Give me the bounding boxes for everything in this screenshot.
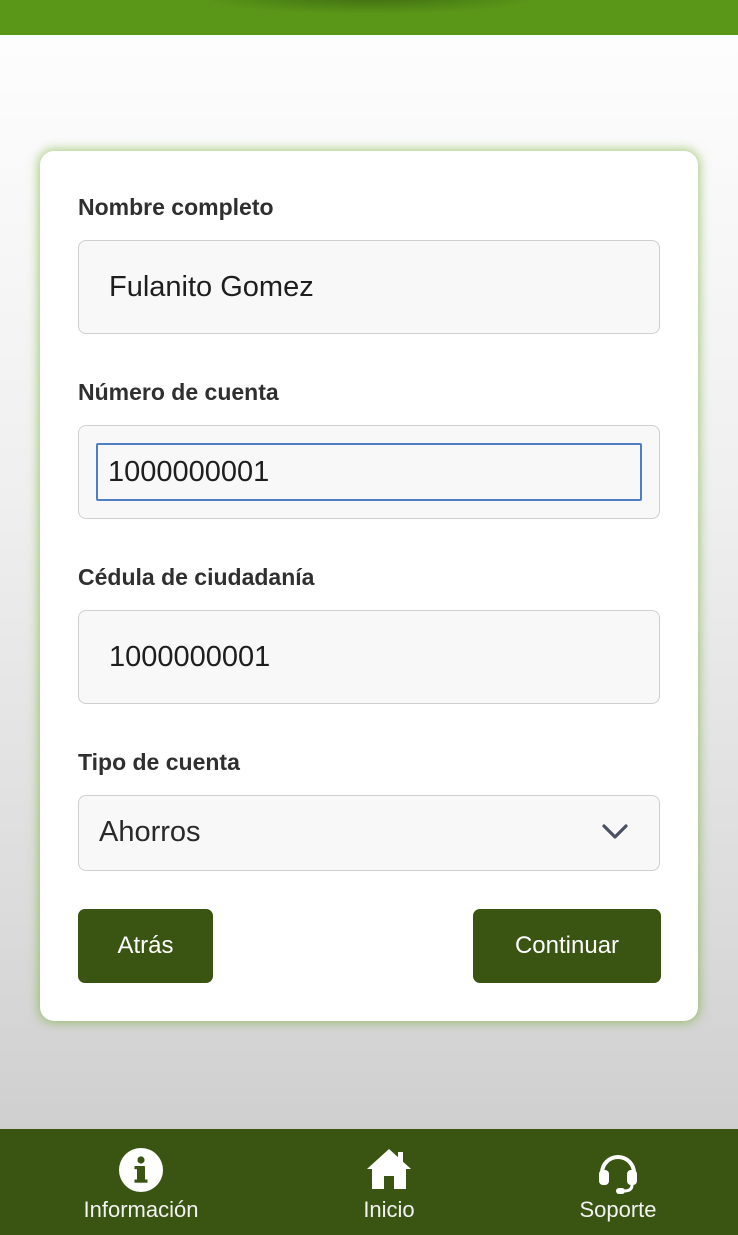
chevron-down-icon: [601, 823, 629, 846]
account-type-value: Ahorros: [99, 816, 201, 848]
account-number-input[interactable]: [79, 426, 659, 518]
account-type-label: Tipo de cuenta: [78, 749, 240, 775]
id-number-input[interactable]: [79, 611, 659, 703]
nav-item-inicio[interactable]: Inicio: [330, 1129, 448, 1235]
full-name-label: Nombre completo: [78, 194, 274, 220]
home-icon: [365, 1147, 413, 1196]
bottom-navigation: Información Inicio Soporte: [0, 1129, 738, 1235]
back-button[interactable]: Atrás: [78, 909, 213, 983]
nav-label-informacion: Información: [83, 1197, 199, 1222]
account-type-select[interactable]: Ahorros: [78, 795, 660, 871]
info-icon: [118, 1147, 164, 1198]
nav-label-inicio: Inicio: [363, 1197, 415, 1222]
account-number-field-box: [78, 425, 660, 519]
account-number-label: Número de cuenta: [78, 379, 279, 405]
id-number-label: Cédula de ciudadanía: [78, 564, 315, 590]
nav-label-soporte: Soporte: [579, 1197, 657, 1222]
account-form-card: Nombre completo Número de cuenta Cédula …: [40, 151, 698, 1021]
full-name-input[interactable]: [79, 241, 659, 333]
nav-item-informacion[interactable]: Información: [60, 1129, 222, 1235]
id-number-field-box: [78, 610, 660, 704]
headset-icon: [594, 1147, 642, 1200]
continue-button[interactable]: Continuar: [473, 909, 661, 983]
nav-item-soporte[interactable]: Soporte: [556, 1129, 680, 1235]
top-header-bar: [0, 0, 738, 35]
header-glow: [200, 0, 540, 14]
full-name-field-box: [78, 240, 660, 334]
